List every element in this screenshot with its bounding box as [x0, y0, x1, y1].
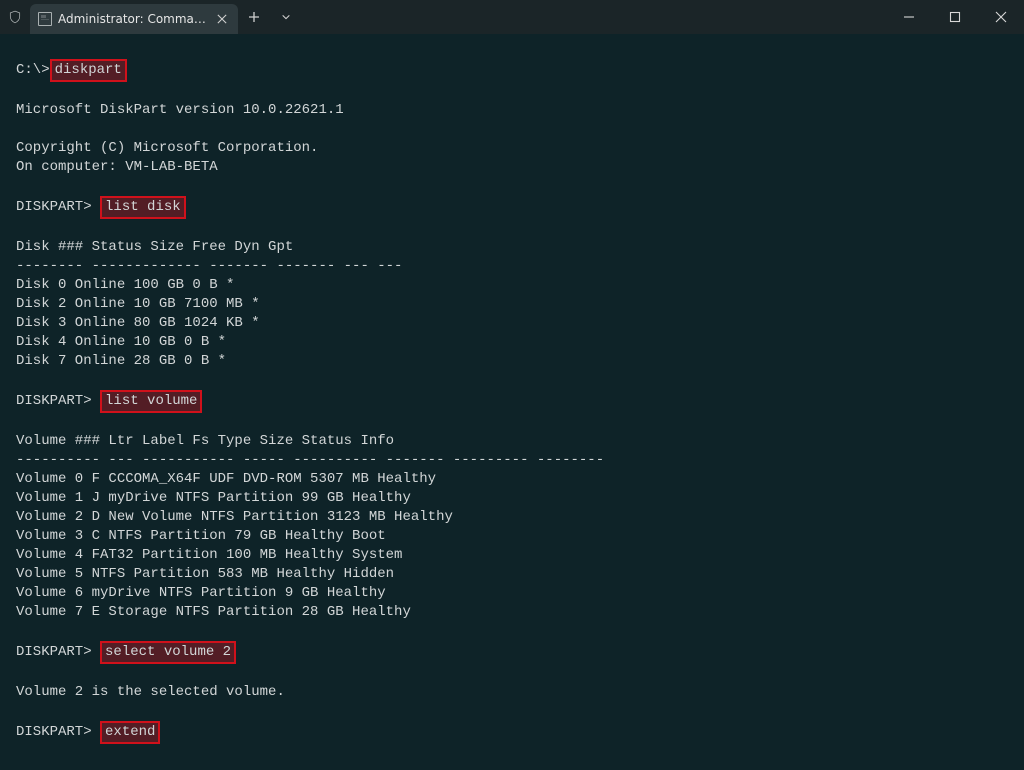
version-line: Microsoft DiskPart version 10.0.22621.1	[2, 101, 1022, 120]
cmd-highlight-diskpart: diskpart	[50, 59, 127, 82]
title-bar-drag-area[interactable]	[302, 0, 886, 34]
vol-row: Volume 1 J myDrive NTFS Partition 99 GB …	[2, 489, 1022, 508]
vol-row: Volume 3 C NTFS Partition 79 GB Healthy …	[2, 527, 1022, 546]
terminal-output[interactable]: C:\>diskpart Microsoft DiskPart version …	[0, 34, 1024, 770]
close-window-button[interactable]	[978, 0, 1024, 34]
vol-row: Volume 4 FAT32 Partition 100 MB Healthy …	[2, 546, 1022, 565]
disk-row: Disk 2 Online 10 GB 7100 MB *	[2, 295, 1022, 314]
prompt-line: DISKPART> list volume	[2, 390, 1022, 413]
vol-row: Volume 0 F CCCOMA_X64F UDF DVD-ROM 5307 …	[2, 470, 1022, 489]
minimize-button[interactable]	[886, 0, 932, 34]
vol-divider: ---------- --- ----------- ----- -------…	[2, 451, 1022, 470]
maximize-button[interactable]	[932, 0, 978, 34]
cmd-highlight-list-disk: list disk	[100, 196, 186, 219]
new-tab-button[interactable]	[238, 11, 270, 23]
tab-title: Administrator: Command Pro	[58, 12, 208, 26]
cmd-highlight-extend: extend	[100, 721, 160, 744]
tab-dropdown-button[interactable]	[270, 12, 302, 22]
shield-icon	[0, 10, 30, 24]
copyright-line: Copyright (C) Microsoft Corporation.	[2, 139, 1022, 158]
tab-active[interactable]: Administrator: Command Pro	[30, 4, 238, 34]
prompt-line: DISKPART> select volume 2	[2, 641, 1022, 664]
vol-row: Volume 5 NTFS Partition 583 MB Healthy H…	[2, 565, 1022, 584]
disk-header: Disk ### Status Size Free Dyn Gpt	[2, 238, 1022, 257]
cmd-highlight-select-volume: select volume 2	[100, 641, 236, 664]
disk-divider: -------- ------------- ------- ------- -…	[2, 257, 1022, 276]
disk-row: Disk 3 Online 80 GB 1024 KB *	[2, 314, 1022, 333]
close-tab-button[interactable]	[214, 11, 230, 27]
vol-header: Volume ### Ltr Label Fs Type Size Status…	[2, 432, 1022, 451]
title-bar-left: Administrator: Command Pro	[0, 0, 302, 34]
disk-row: Disk 4 Online 10 GB 0 B *	[2, 333, 1022, 352]
vol-row: Volume 7 E Storage NTFS Partition 28 GB …	[2, 603, 1022, 622]
computer-line: On computer: VM-LAB-BETA	[2, 158, 1022, 177]
prompt-line: DISKPART> list disk	[2, 196, 1022, 219]
title-bar: Administrator: Command Pro	[0, 0, 1024, 34]
disk-row: Disk 7 Online 28 GB 0 B *	[2, 352, 1022, 371]
vol-row: Volume 6 myDrive NTFS Partition 9 GB Hea…	[2, 584, 1022, 603]
cmd-highlight-list-volume: list volume	[100, 390, 202, 413]
disk-row: Disk 0 Online 100 GB 0 B *	[2, 276, 1022, 295]
terminal-icon	[38, 12, 52, 26]
prompt-line: C:\>diskpart	[2, 59, 1022, 82]
prompt-line: DISKPART> extend	[2, 721, 1022, 744]
select-confirm-line: Volume 2 is the selected volume.	[2, 683, 1022, 702]
vol-row: Volume 2 D New Volume NTFS Partition 312…	[2, 508, 1022, 527]
window-controls	[886, 0, 1024, 34]
